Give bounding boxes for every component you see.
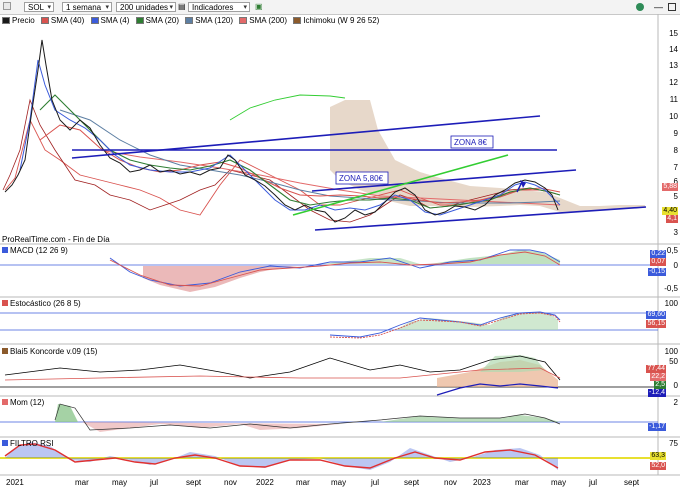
x-axis-label: sept: [186, 478, 202, 487]
koncorde-title-text: Blai5 Koncorde v.09 (15): [10, 347, 98, 356]
price-axis-label: 14: [669, 45, 678, 54]
x-axis-label: jul: [371, 478, 380, 487]
stoch-icon: [2, 300, 8, 306]
macd-title: MACD (12 26 9): [2, 246, 68, 255]
zone-580-label: ZONA 5,80€: [339, 174, 384, 183]
koncorde-tag: 77,44: [646, 365, 666, 373]
x-axis-label: mar: [296, 478, 310, 487]
source-note: ProRealTime.com - Fin de Día: [2, 235, 110, 244]
macd-tag: -0,15: [648, 268, 666, 276]
koncorde-tag: -12,4: [648, 389, 666, 397]
mom-tag: -1,17: [648, 423, 666, 431]
koncorde-scale: 100: [664, 347, 678, 356]
koncorde-tag: 2,5: [654, 381, 666, 389]
x-axis-label: may: [331, 478, 347, 487]
x-axis-label: jul: [150, 478, 159, 487]
koncorde-icon: [2, 348, 8, 354]
price-axis-label: 9: [673, 129, 678, 138]
macd-tag: 0,07: [650, 258, 666, 266]
x-axis-label: mar: [75, 478, 89, 487]
price-axis-label: 12: [669, 78, 678, 87]
koncorde-scale: 50: [669, 357, 678, 366]
macd-scale: -0,5: [664, 284, 678, 293]
mom-title: Mom (12): [2, 398, 44, 407]
x-axis-label: may: [551, 478, 567, 487]
koncorde-tag: 22,2: [650, 373, 666, 381]
x-axis-label: 2021: [6, 478, 24, 487]
rsi-scale: 75: [669, 439, 678, 448]
koncorde-scale: 0: [673, 381, 678, 390]
stoch-title-text: Estocástico (26 8 5): [10, 299, 81, 308]
macd-tag: 0,22: [650, 250, 666, 258]
rsi-icon: [2, 440, 8, 446]
price-axis-label: 13: [669, 61, 678, 70]
price-axis-label: 10: [669, 112, 678, 121]
x-axis-label: may: [112, 478, 128, 487]
mom-icon: [2, 399, 8, 405]
rsi-title: FILTRO RSI: [2, 439, 53, 448]
macd-icon: [2, 247, 8, 253]
koncorde-title: Blai5 Koncorde v.09 (15): [2, 347, 97, 356]
macd-scale: 0: [673, 261, 678, 270]
x-axis-label: nov: [224, 478, 237, 487]
x-axis-label: 2023: [473, 478, 491, 487]
rsi-tag: 63,3: [650, 452, 666, 460]
rsi-tag: 52,0: [650, 462, 666, 470]
rsi-title-text: FILTRO RSI: [10, 439, 54, 448]
stoch-tag: 69,60: [646, 311, 666, 319]
macd-scale: 0,5: [666, 246, 678, 255]
x-axis-label: sept: [404, 478, 420, 487]
price-axis-label: 3: [673, 228, 678, 237]
x-axis-label: mar: [515, 478, 529, 487]
stoch-tag: 56,15: [646, 320, 666, 328]
price-tag: 4,1: [666, 215, 678, 223]
price-axis-label: 15: [669, 29, 678, 38]
x-axis-label: jul: [589, 478, 598, 487]
price-tag-current: 4,40: [662, 207, 678, 215]
stoch-title: Estocástico (26 8 5): [2, 299, 81, 308]
price-axis-label: 8: [673, 146, 678, 155]
stoch-scale: 100: [664, 299, 678, 308]
macd-title-text: MACD (12 26 9): [10, 246, 68, 255]
price-axis-label: 5: [673, 192, 678, 201]
price-chart[interactable]: [0, 0, 680, 489]
x-axis-label: sept: [624, 478, 640, 487]
mom-scale: 2: [673, 398, 678, 407]
zone-8-label: ZONA 8€: [454, 138, 487, 147]
x-axis-label: 2022: [256, 478, 274, 487]
x-axis-label: nov: [444, 478, 457, 487]
price-axis-label: 11: [669, 95, 678, 104]
price-tag: 5,88: [662, 183, 678, 191]
mom-title-text: Mom (12): [10, 398, 45, 407]
price-axis-label: 7: [673, 163, 678, 172]
